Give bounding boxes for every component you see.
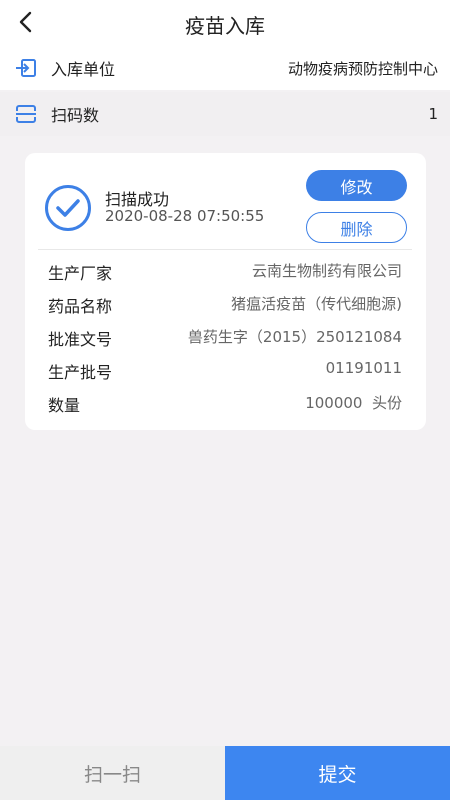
info-row-manufacturer: 生产厂家 云南生物制药有限公司 [25,256,426,283]
scan-count-label: 扫码数 [51,106,100,125]
info-row-approval-number: 批准文号 兽药生字（2015）250121084 [25,322,426,349]
drug-name-label: 药品名称 [48,297,113,316]
scan-button[interactable]: 扫一扫 [0,746,225,800]
edit-button[interactable]: 修改 [306,170,407,201]
bottom-action-bar: 扫一扫 提交 [0,746,450,800]
page-title: 疫苗入库 [185,14,265,38]
batch-number-label: 生产批号 [48,363,113,382]
warehouse-unit-row: 入库单位 动物疫病预防控制中心 [0,46,450,90]
scan-count-row: 扫码数 1 [0,92,450,136]
divider [38,249,412,250]
info-row-batch-number: 生产批号 01191011 [25,355,426,382]
manufacturer-label: 生产厂家 [48,264,113,283]
drug-name-value: 猪瘟活疫苗（传代细胞源) [231,295,402,313]
approval-number-value: 兽药生字（2015）250121084 [187,328,402,346]
scan-frame-icon [16,105,36,123]
batch-number-value: 01191011 [325,359,402,377]
info-row-drug-name: 药品名称 猪瘟活疫苗（传代细胞源) [25,289,426,316]
check-circle-icon [45,185,91,231]
quantity-label: 数量 [48,396,81,415]
info-row-quantity: 数量 100000 头份 [25,388,426,415]
warehouse-unit-value: 动物疫病预防控制中心 [287,59,438,78]
scan-record-card: 扫描成功 2020-08-28 07:50:55 修改 删除 生产厂家 云南生物… [25,153,426,430]
warehouse-unit-label: 入库单位 [51,60,116,79]
manufacturer-value: 云南生物制药有限公司 [251,262,402,280]
top-bar: 疫苗入库 [0,0,450,46]
submit-button[interactable]: 提交 [225,746,450,800]
scan-count-value: 1 [428,105,438,123]
approval-number-label: 批准文号 [48,330,113,349]
scan-timestamp: 2020-08-28 07:50:55 [105,207,265,225]
login-box-icon [16,59,36,77]
quantity-value: 100000 头份 [305,394,402,412]
delete-button[interactable]: 删除 [306,212,407,243]
